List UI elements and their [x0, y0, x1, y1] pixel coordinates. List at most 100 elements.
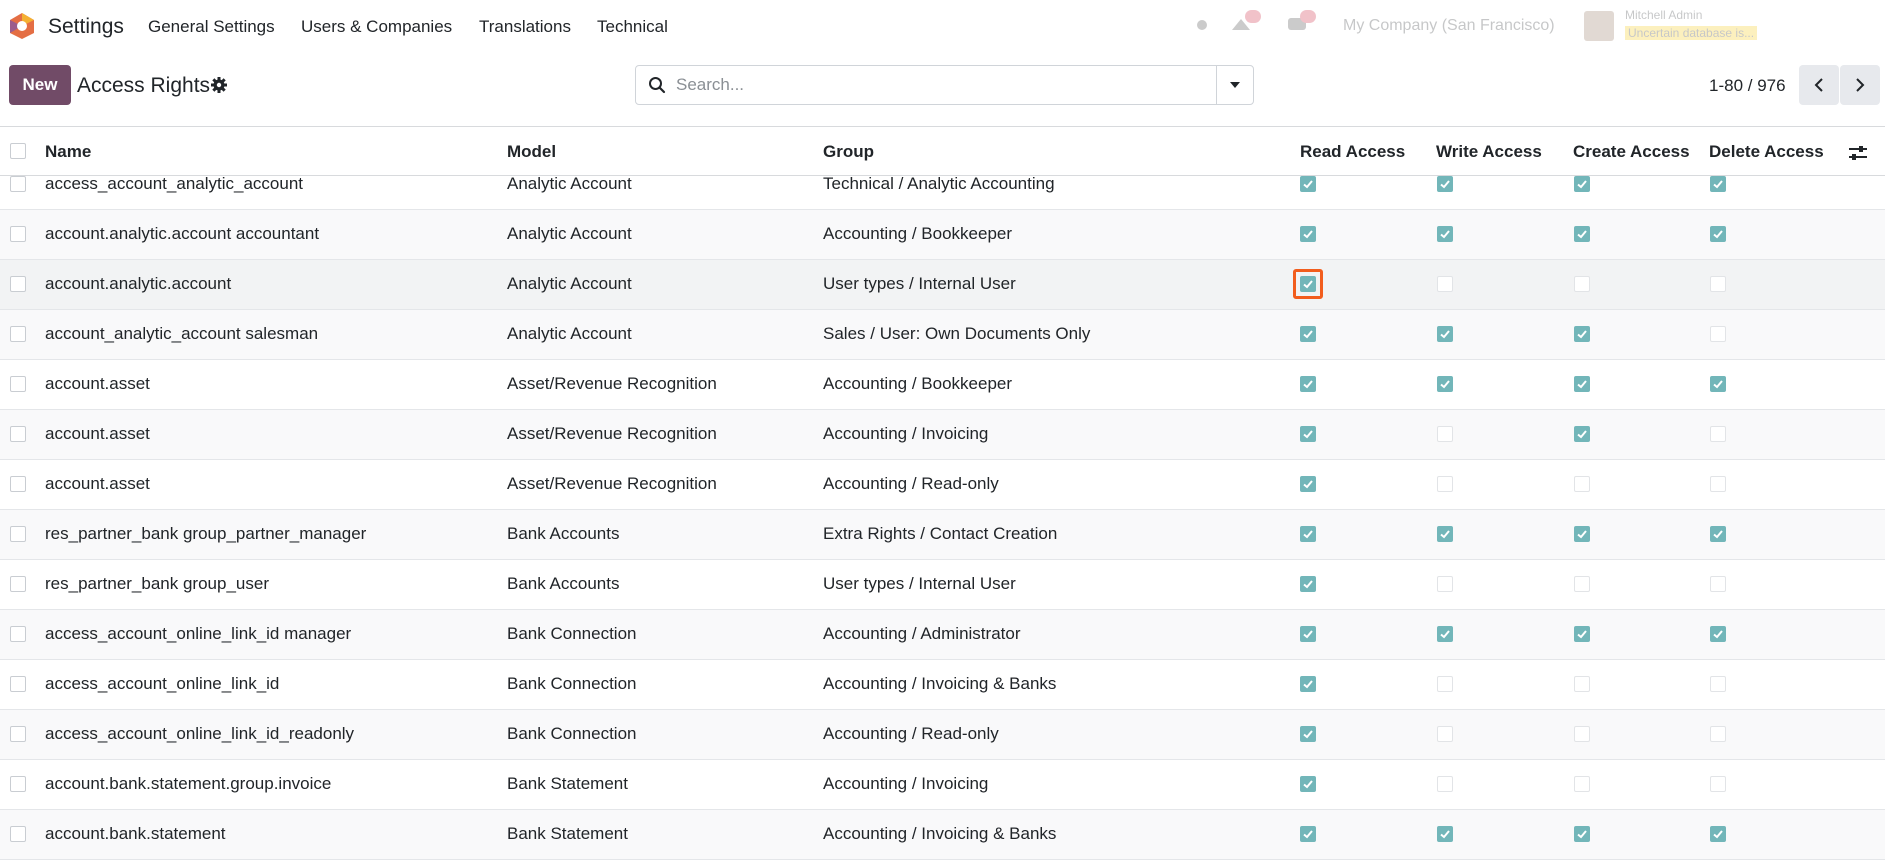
read-access-checkbox[interactable]	[1300, 176, 1316, 192]
table-row[interactable]: res_partner_bank group_user Bank Accounts…	[0, 560, 1885, 610]
search-options-toggle[interactable]	[1216, 66, 1253, 104]
delete-access-checkbox[interactable]	[1710, 176, 1726, 192]
row-select-checkbox[interactable]	[10, 576, 26, 592]
read-access-checkbox[interactable]	[1300, 376, 1316, 392]
delete-access-checkbox[interactable]	[1710, 226, 1726, 242]
app-logo-icon[interactable]	[9, 12, 35, 40]
create-access-checkbox[interactable]	[1574, 276, 1590, 292]
gear-icon[interactable]	[210, 76, 228, 94]
create-access-checkbox[interactable]	[1574, 626, 1590, 642]
row-select-checkbox[interactable]	[10, 176, 26, 192]
read-access-checkbox[interactable]	[1300, 476, 1316, 492]
read-access-checkbox[interactable]	[1300, 776, 1316, 792]
write-access-checkbox[interactable]	[1437, 826, 1453, 842]
write-access-checkbox[interactable]	[1437, 426, 1453, 442]
column-read-access[interactable]: Read Access	[1300, 142, 1405, 162]
table-row[interactable]: access_account_online_link_id manager Ban…	[0, 610, 1885, 660]
delete-access-checkbox[interactable]	[1710, 376, 1726, 392]
read-access-checkbox[interactable]	[1300, 526, 1316, 542]
menu-general-settings[interactable]: General Settings	[148, 17, 275, 37]
table-row[interactable]: access_account_online_link_id Bank Connec…	[0, 660, 1885, 710]
table-row[interactable]: access_account_analytic_account Analytic …	[0, 160, 1885, 210]
table-row[interactable]: res_partner_bank group_partner_manager Ba…	[0, 510, 1885, 560]
write-access-checkbox[interactable]	[1437, 776, 1453, 792]
create-access-checkbox[interactable]	[1574, 826, 1590, 842]
write-access-checkbox[interactable]	[1437, 576, 1453, 592]
create-access-checkbox[interactable]	[1574, 676, 1590, 692]
menu-users-companies[interactable]: Users & Companies	[301, 17, 452, 37]
pager-value[interactable]: 1-80 / 976	[1709, 76, 1786, 96]
read-access-checkbox[interactable]	[1300, 226, 1316, 242]
table-row[interactable]: account.asset Asset/Revenue Recognition Ac…	[0, 410, 1885, 460]
create-access-checkbox[interactable]	[1574, 376, 1590, 392]
delete-access-checkbox[interactable]	[1710, 726, 1726, 742]
delete-access-checkbox[interactable]	[1710, 426, 1726, 442]
pager-next-button[interactable]	[1840, 65, 1880, 105]
delete-access-checkbox[interactable]	[1710, 326, 1726, 342]
read-access-checkbox[interactable]	[1300, 576, 1316, 592]
read-access-checkbox[interactable]	[1300, 726, 1316, 742]
create-access-checkbox[interactable]	[1574, 476, 1590, 492]
create-access-checkbox[interactable]	[1574, 326, 1590, 342]
create-access-checkbox[interactable]	[1574, 776, 1590, 792]
column-group[interactable]: Group	[823, 142, 874, 162]
avatar[interactable]	[1584, 11, 1614, 41]
menu-technical[interactable]: Technical	[597, 17, 668, 37]
delete-access-checkbox[interactable]	[1710, 826, 1726, 842]
write-access-checkbox[interactable]	[1437, 226, 1453, 242]
company-switcher[interactable]: My Company (San Francisco)	[1343, 17, 1555, 35]
row-select-checkbox[interactable]	[10, 376, 26, 392]
table-row[interactable]: account.analytic.account Analytic Account…	[0, 260, 1885, 310]
create-access-checkbox[interactable]	[1574, 726, 1590, 742]
row-select-checkbox[interactable]	[10, 726, 26, 742]
delete-access-checkbox[interactable]	[1710, 526, 1726, 542]
table-row[interactable]: account_analytic_account salesman Analyti…	[0, 310, 1885, 360]
delete-access-checkbox[interactable]	[1710, 676, 1726, 692]
column-name[interactable]: Name	[45, 142, 91, 162]
search-input[interactable]	[676, 75, 1146, 95]
column-model[interactable]: Model	[507, 142, 556, 162]
write-access-checkbox[interactable]	[1437, 376, 1453, 392]
row-select-checkbox[interactable]	[10, 526, 26, 542]
pager-previous-button[interactable]	[1799, 65, 1839, 105]
read-access-checkbox[interactable]	[1300, 426, 1316, 442]
delete-access-checkbox[interactable]	[1710, 476, 1726, 492]
write-access-checkbox[interactable]	[1437, 726, 1453, 742]
row-select-checkbox[interactable]	[10, 826, 26, 842]
table-row[interactable]: account.analytic.account accountant Analy…	[0, 210, 1885, 260]
row-select-checkbox[interactable]	[10, 476, 26, 492]
column-create-access[interactable]: Create Access	[1573, 142, 1690, 162]
row-select-checkbox[interactable]	[10, 626, 26, 642]
write-access-checkbox[interactable]	[1437, 626, 1453, 642]
column-delete-access[interactable]: Delete Access	[1709, 142, 1824, 162]
app-name[interactable]: Settings	[48, 15, 124, 39]
menu-translations[interactable]: Translations	[479, 17, 571, 37]
row-select-checkbox[interactable]	[10, 776, 26, 792]
create-access-checkbox[interactable]	[1574, 226, 1590, 242]
table-row[interactable]: account.bank.statement.group.invoice Bank…	[0, 760, 1885, 810]
write-access-checkbox[interactable]	[1437, 276, 1453, 292]
row-select-checkbox[interactable]	[10, 276, 26, 292]
read-access-checkbox[interactable]	[1300, 676, 1316, 692]
new-button[interactable]: New	[9, 65, 71, 105]
table-row[interactable]: account.bank.statement Bank Statement Acco…	[0, 810, 1885, 860]
row-select-checkbox[interactable]	[10, 676, 26, 692]
delete-access-checkbox[interactable]	[1710, 776, 1726, 792]
bug-icon[interactable]	[1195, 18, 1209, 32]
write-access-checkbox[interactable]	[1437, 526, 1453, 542]
write-access-checkbox[interactable]	[1437, 176, 1453, 192]
row-select-checkbox[interactable]	[10, 326, 26, 342]
create-access-checkbox[interactable]	[1574, 526, 1590, 542]
create-access-checkbox[interactable]	[1574, 576, 1590, 592]
table-row[interactable]: access_account_online_link_id_readonly Ba…	[0, 710, 1885, 760]
delete-access-checkbox[interactable]	[1710, 576, 1726, 592]
read-access-checkbox[interactable]	[1300, 326, 1316, 342]
read-access-checkbox[interactable]	[1300, 626, 1316, 642]
select-all-checkbox[interactable]	[10, 143, 26, 159]
table-row[interactable]: account.asset Asset/Revenue Recognition Ac…	[0, 460, 1885, 510]
create-access-checkbox[interactable]	[1574, 176, 1590, 192]
row-select-checkbox[interactable]	[10, 226, 26, 242]
create-access-checkbox[interactable]	[1574, 426, 1590, 442]
delete-access-checkbox[interactable]	[1710, 276, 1726, 292]
delete-access-checkbox[interactable]	[1710, 626, 1726, 642]
